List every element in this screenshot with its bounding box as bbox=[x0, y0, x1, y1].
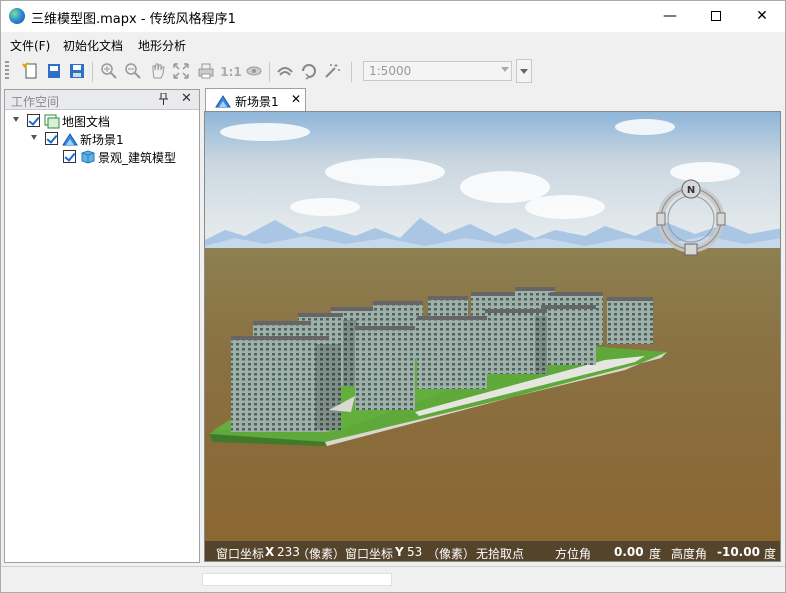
expand-arrow-icon[interactable] bbox=[31, 135, 37, 140]
maximize-button[interactable] bbox=[693, 1, 739, 32]
window-y-label: 窗口坐标 bbox=[345, 547, 394, 561]
workspace-title: 工作空间 bbox=[11, 95, 60, 109]
scene-render: N bbox=[205, 112, 780, 561]
compass-north-label: N bbox=[687, 185, 695, 196]
rotate-icon[interactable] bbox=[299, 62, 319, 82]
window-title: 三维模型图.mapx - 传统风格程序1 bbox=[31, 12, 236, 27]
scale-select[interactable]: 1:5000 bbox=[363, 61, 512, 81]
scene-icon bbox=[62, 131, 78, 147]
tree-item-scene[interactable]: 新场景1 bbox=[29, 130, 199, 148]
workspace-header: 工作空间 ✕ bbox=[5, 90, 199, 110]
elevation-value: -10.00 bbox=[717, 545, 760, 559]
tree-label-building-layer: 景观_建筑模型 bbox=[98, 151, 177, 165]
workspace-panel: 工作空间 ✕ 地图文档 新场景1 景观_建筑模型 bbox=[4, 89, 200, 563]
expand-arrow-icon[interactable] bbox=[13, 117, 19, 122]
fly-icon[interactable] bbox=[275, 62, 295, 82]
model-layer-icon bbox=[80, 149, 96, 165]
minimize-icon: — bbox=[663, 8, 677, 24]
tree-label-scene: 新场景1 bbox=[80, 133, 124, 147]
tab-label: 新场景1 bbox=[235, 95, 279, 109]
toolbar-separator bbox=[269, 62, 270, 82]
chevron-down-icon bbox=[520, 69, 528, 74]
minimize-button[interactable]: — bbox=[647, 1, 693, 32]
x-unit: （像素） bbox=[297, 547, 346, 561]
title-bar: 三维模型图.mapx - 传统风格程序1 — ✕ bbox=[1, 1, 785, 32]
scene-status-bar: 窗口坐标 X 233 （像素） 窗口坐标 Y 53 （像素） 无拾取点 方位角 … bbox=[205, 541, 780, 561]
close-button[interactable]: ✕ bbox=[739, 1, 785, 32]
toolbar-overflow-button[interactable] bbox=[516, 59, 532, 83]
toolbar-separator bbox=[351, 62, 352, 82]
tab-scene[interactable]: 新场景1 ✕ bbox=[205, 88, 306, 111]
tree-label-map-document: 地图文档 bbox=[62, 115, 111, 129]
azimuth-unit: 度 bbox=[649, 547, 662, 561]
layer-visibility-checkbox[interactable] bbox=[45, 132, 58, 145]
window-x-label: 窗口坐标 bbox=[216, 547, 265, 561]
tab-close-icon[interactable]: ✕ bbox=[291, 92, 301, 106]
progress-bar bbox=[202, 573, 392, 586]
application-window: 三维模型图.mapx - 传统风格程序1 — ✕ 文件(F) 初始化文档 地形分… bbox=[0, 0, 786, 593]
eye-icon[interactable] bbox=[244, 62, 264, 82]
toolbar-grip[interactable] bbox=[5, 61, 9, 81]
map-document-icon bbox=[44, 113, 60, 129]
x-axis-label: X bbox=[265, 545, 275, 559]
elevation-unit: 度 bbox=[764, 547, 777, 561]
menu-terrain-analysis[interactable]: 地形分析 bbox=[138, 37, 186, 54]
workspace-close-icon[interactable]: ✕ bbox=[181, 91, 192, 106]
zoom-in-icon[interactable] bbox=[99, 62, 119, 82]
y-unit: （像素） bbox=[427, 547, 476, 561]
layer-visibility-checkbox[interactable] bbox=[63, 150, 76, 163]
save-icon[interactable] bbox=[67, 62, 87, 82]
maximize-icon bbox=[711, 11, 721, 21]
scale-value: 1:5000 bbox=[369, 64, 412, 78]
print-icon[interactable] bbox=[196, 62, 216, 82]
layer-visibility-checkbox[interactable] bbox=[27, 114, 40, 127]
pick-status: 无拾取点 bbox=[476, 547, 525, 561]
menu-file[interactable]: 文件(F) bbox=[10, 37, 50, 54]
azimuth-value: 0.00 bbox=[614, 545, 644, 559]
pin-icon[interactable] bbox=[159, 92, 169, 108]
menu-bar: 文件(F) 初始化文档 地形分析 bbox=[1, 32, 785, 57]
menu-init-document[interactable]: 初始化文档 bbox=[63, 37, 123, 54]
pan-icon[interactable] bbox=[148, 62, 168, 82]
elevation-label: 高度角 bbox=[671, 547, 708, 561]
scene-icon bbox=[215, 94, 231, 111]
close-icon: ✕ bbox=[756, 8, 768, 24]
zoom-out-icon[interactable] bbox=[123, 62, 143, 82]
one-to-one-icon[interactable]: 1:1 bbox=[220, 62, 242, 82]
magic-wand-icon[interactable] bbox=[322, 62, 342, 82]
app-globe-icon bbox=[9, 8, 25, 24]
open-icon[interactable] bbox=[44, 62, 64, 82]
chevron-down-icon bbox=[501, 67, 509, 72]
y-value: 53 bbox=[407, 545, 423, 559]
application-status-bar bbox=[1, 566, 785, 592]
azimuth-label: 方位角 bbox=[555, 547, 592, 561]
full-extent-icon[interactable] bbox=[171, 62, 191, 82]
scene-viewport[interactable]: N 窗口坐标 X 233 （像素） 窗口坐标 Y 53 （像素） 无拾取点 方位… bbox=[204, 111, 781, 562]
toolbar-separator bbox=[92, 62, 93, 82]
tree-item-building-layer[interactable]: 景观_建筑模型 bbox=[47, 148, 199, 166]
y-axis-label: Y bbox=[395, 545, 404, 559]
tree-item-map-document[interactable]: 地图文档 bbox=[11, 112, 199, 130]
new-icon[interactable] bbox=[21, 62, 41, 82]
